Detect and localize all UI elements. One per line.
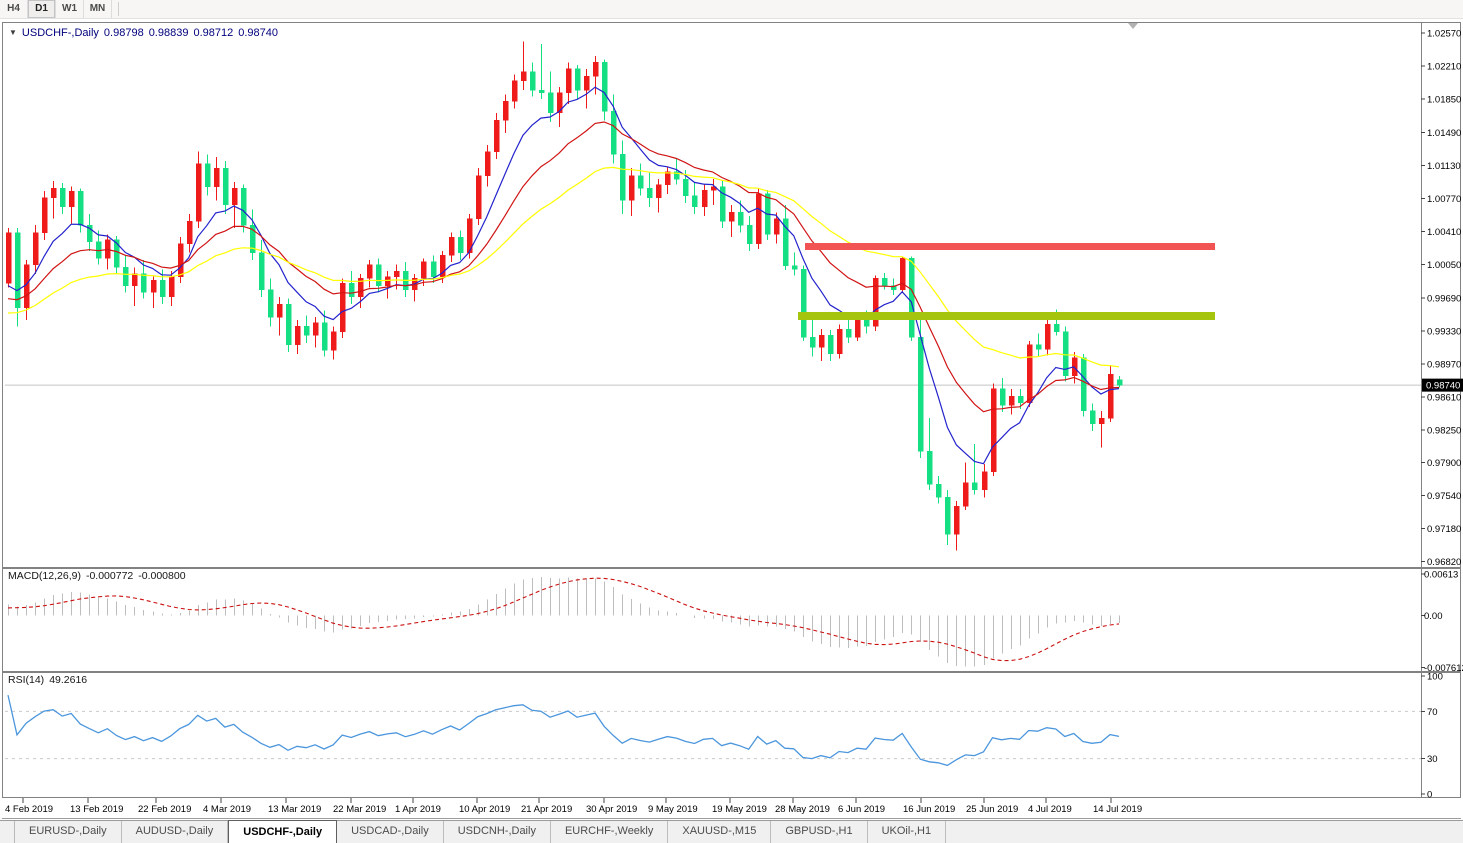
svg-text:22 Mar 2019: 22 Mar 2019 xyxy=(333,804,386,815)
macd-main-value: -0.000772 xyxy=(86,570,133,582)
macd-scale[interactable]: 0.006130.00-0.007612 xyxy=(1421,570,1463,675)
rsi-line xyxy=(8,695,1119,765)
high-value: 0.98839 xyxy=(149,27,189,39)
svg-text:13 Feb 2019: 13 Feb 2019 xyxy=(70,804,123,815)
chart-tab-usdcad-daily[interactable]: USDCAD-,Daily xyxy=(337,821,444,843)
expand-indicators-icon[interactable]: ▼ xyxy=(9,28,17,37)
time-scale[interactable]: 4 Feb 2019 13 Feb 2019 22 Feb 2019 4 Mar 20… xyxy=(5,798,1142,815)
svg-text:1.01490: 1.01490 xyxy=(1427,128,1461,139)
symbol-period-label: USDCHF-,Daily xyxy=(22,27,99,39)
svg-text:0.97180: 0.97180 xyxy=(1427,524,1461,535)
svg-text:0.98970: 0.98970 xyxy=(1427,359,1461,370)
svg-text:16 Jun 2019: 16 Jun 2019 xyxy=(903,804,955,815)
chart-tab-eurusd-daily[interactable]: EURUSD-,Daily xyxy=(15,821,122,843)
svg-text:0.96820: 0.96820 xyxy=(1427,557,1461,568)
svg-text:10 Apr 2019: 10 Apr 2019 xyxy=(459,804,510,815)
svg-text:4 Feb 2019: 4 Feb 2019 xyxy=(5,804,53,815)
svg-text:1.02210: 1.02210 xyxy=(1427,62,1461,73)
macd-signal-line xyxy=(8,578,1119,660)
svg-text:0.99690: 0.99690 xyxy=(1427,293,1461,304)
rsi-levels xyxy=(5,711,1421,758)
svg-text:1.00050: 1.00050 xyxy=(1427,260,1461,271)
svg-text:0.98740: 0.98740 xyxy=(1426,381,1460,392)
panel-frames xyxy=(2,22,1461,819)
svg-text:19 May 2019: 19 May 2019 xyxy=(712,804,767,815)
macd-name: MACD(12,26,9) xyxy=(8,570,81,582)
price-scale[interactable]: 1.02570 1.02210 1.01850 1.01490 1.01130 1.007… xyxy=(1421,29,1461,569)
rsi-value: 49.2616 xyxy=(49,674,87,686)
macd-signal-value: -0.000800 xyxy=(138,570,185,582)
svg-text:0.98250: 0.98250 xyxy=(1427,426,1461,437)
rsi-pane-border xyxy=(3,673,1461,798)
svg-text:1.00770: 1.00770 xyxy=(1427,194,1461,205)
svg-text:25 Jun 2019: 25 Jun 2019 xyxy=(966,804,1018,815)
chart-tab-eurchf-weekly[interactable]: EURCHF-,Weekly xyxy=(551,821,668,843)
svg-text:30 Apr 2019: 30 Apr 2019 xyxy=(586,804,637,815)
svg-text:6 Jun 2019: 6 Jun 2019 xyxy=(838,804,885,815)
price-pane-border xyxy=(3,23,1461,568)
svg-text:70: 70 xyxy=(1427,707,1438,718)
svg-text:0.00: 0.00 xyxy=(1424,611,1443,622)
rsi-scale[interactable]: 100 70 30 0 xyxy=(1421,672,1443,801)
svg-text:13 Mar 2019: 13 Mar 2019 xyxy=(268,804,321,815)
svg-text:0.99330: 0.99330 xyxy=(1427,326,1461,337)
chart-title: ▼ USDCHF-,Daily 0.98798 0.98839 0.98712 0.987… xyxy=(9,27,278,39)
svg-text:0.98610: 0.98610 xyxy=(1427,393,1461,404)
svg-text:1.01850: 1.01850 xyxy=(1427,95,1461,106)
svg-text:1 Apr 2019: 1 Apr 2019 xyxy=(395,804,441,815)
current-price-tag: 0.98740 xyxy=(1422,379,1463,392)
chart-canvas[interactable]: 1.02570 1.02210 1.01850 1.01490 1.01130 1.007… xyxy=(0,0,1463,843)
svg-text:1.01130: 1.01130 xyxy=(1427,161,1461,172)
scroll-to-end-marker[interactable] xyxy=(1128,23,1138,29)
chart-tab-usdchf-daily[interactable]: USDCHF-,Daily xyxy=(228,820,337,843)
ma-line-17 xyxy=(8,122,1119,412)
rsi-name: RSI(14) xyxy=(8,674,44,686)
macd-indicator-label: MACD(12,26,9) -0.000772 -0.000800 xyxy=(8,570,186,582)
svg-text:30: 30 xyxy=(1427,754,1438,765)
moving-average-lines xyxy=(8,87,1119,464)
macd-histogram xyxy=(9,577,1120,667)
svg-text:21 Apr 2019: 21 Apr 2019 xyxy=(521,804,572,815)
svg-text:1.00410: 1.00410 xyxy=(1427,227,1461,238)
chart-tab-bar: EURUSD-,DailyAUDUSD-,DailyUSDCHF-,DailyU… xyxy=(0,820,1463,843)
svg-text:22 Feb 2019: 22 Feb 2019 xyxy=(138,804,191,815)
svg-text:4 Mar 2019: 4 Mar 2019 xyxy=(203,804,251,815)
rsi-indicator-label: RSI(14) 49.2616 xyxy=(8,674,87,686)
svg-text:0.97540: 0.97540 xyxy=(1427,491,1461,502)
open-value: 0.98798 xyxy=(104,27,144,39)
svg-text:1.02570: 1.02570 xyxy=(1427,29,1461,40)
candles-layer[interactable] xyxy=(6,41,1122,550)
chart-tab-xauusd-m15[interactable]: XAUUSD-,M15 xyxy=(668,821,771,843)
svg-text:100: 100 xyxy=(1427,672,1443,683)
chart-tab-gbpusd-h1[interactable]: GBPUSD-,H1 xyxy=(771,821,867,843)
svg-text:9 May 2019: 9 May 2019 xyxy=(648,804,698,815)
svg-text:0.97900: 0.97900 xyxy=(1427,458,1461,469)
tab-bar-spacer xyxy=(0,821,15,843)
svg-text:0.00613: 0.00613 xyxy=(1424,570,1458,581)
chart-tab-usdcnh-daily[interactable]: USDCNH-,Daily xyxy=(444,821,551,843)
svg-text:4 Jul 2019: 4 Jul 2019 xyxy=(1028,804,1072,815)
svg-text:0: 0 xyxy=(1427,790,1432,801)
low-value: 0.98712 xyxy=(193,27,233,39)
svg-text:14 Jul 2019: 14 Jul 2019 xyxy=(1093,804,1142,815)
chart-tab-ukoil-h1[interactable]: UKOil-,H1 xyxy=(868,821,947,843)
close-value: 0.98740 xyxy=(238,27,278,39)
svg-text:28 May 2019: 28 May 2019 xyxy=(775,804,830,815)
chart-tab-audusd-daily[interactable]: AUDUSD-,Daily xyxy=(122,821,229,843)
